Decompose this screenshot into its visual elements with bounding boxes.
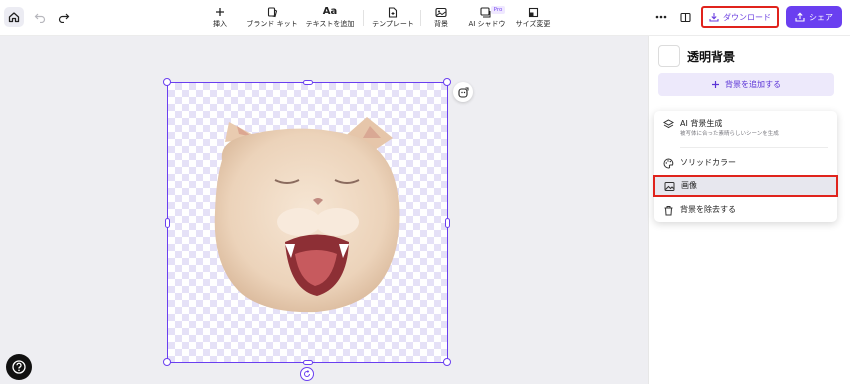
help-button[interactable] <box>6 354 32 380</box>
resize-handle-right[interactable] <box>445 218 450 228</box>
resize-handle-bottom-left[interactable] <box>163 358 171 366</box>
menu-item-remove-background[interactable]: 背景を除去する <box>654 202 837 218</box>
menu-item-text: AI 背景生成 被写体に合った素晴らしいシーンを生成 <box>680 118 779 138</box>
redo-button[interactable] <box>56 9 72 25</box>
resize-handle-top[interactable] <box>303 80 313 85</box>
menu-item-sublabel: 被写体に合った素晴らしいシーンを生成 <box>680 131 779 137</box>
toolbar-divider <box>420 10 421 26</box>
menu-item-label: ソリッドカラー <box>680 158 736 167</box>
tool-template[interactable]: テンプレート <box>370 6 416 30</box>
panel-title: 透明背景 <box>687 50 736 64</box>
tool-add-text[interactable]: Aa テキストを追加 <box>303 6 357 30</box>
menu-item-label: AI 背景生成 <box>680 119 723 128</box>
menu-item-label: 画像 <box>681 181 697 190</box>
tool-insert[interactable]: 挿入 <box>207 6 233 30</box>
trash-icon <box>664 205 672 215</box>
resize-handle-top-right[interactable] <box>443 78 451 86</box>
text-icon: Aa <box>322 6 338 17</box>
plus-icon <box>712 81 719 88</box>
tool-resize[interactable]: サイズ変更 <box>512 6 554 30</box>
question-icon <box>12 360 26 374</box>
tool-brand-kit[interactable]: ブランド キット <box>243 6 301 30</box>
toggle-panel-button[interactable] <box>677 9 693 25</box>
tool-label: 挿入 <box>213 20 227 28</box>
tool-label: サイズ変更 <box>515 20 551 28</box>
undo-icon <box>34 13 46 23</box>
tool-label: 背景 <box>434 20 448 28</box>
artboard[interactable] <box>167 82 448 363</box>
tool-background[interactable]: 背景 <box>428 6 454 30</box>
palette-icon <box>663 157 673 169</box>
pro-badge: Pro <box>491 6 505 14</box>
tool-label: テキストを追加 <box>305 20 355 28</box>
menu-item-label: 背景を除去する <box>680 205 736 214</box>
panel-layout-icon <box>679 12 691 22</box>
background-swatch[interactable] <box>658 45 680 67</box>
more-horizontal-icon <box>655 15 667 19</box>
tool-label: AI シャドウ <box>468 20 506 28</box>
plus-icon <box>216 8 224 16</box>
rotate-icon <box>304 370 310 377</box>
download-button[interactable]: ダウンロード <box>701 6 779 28</box>
home-button[interactable] <box>4 7 24 27</box>
tool-label: ブランド キット <box>246 20 298 28</box>
brand-kit-icon <box>267 6 277 17</box>
menu-item-solid-color[interactable]: ソリッドカラー <box>654 155 837 171</box>
background-options-menu: AI 背景生成 被写体に合った素晴らしいシーンを生成 ソリッドカラー 画像 背景… <box>653 111 838 222</box>
resize-handle-top-left[interactable] <box>163 78 171 86</box>
canvas-area[interactable] <box>0 36 648 384</box>
menu-item-image[interactable]: 画像 <box>653 175 838 197</box>
download-label: ダウンロード <box>723 12 771 22</box>
resize-handle-bottom[interactable] <box>303 360 313 365</box>
sticker-edit-icon <box>457 87 468 98</box>
top-toolbar: 挿入 ブランド キット Aa テキストを追加 テンプレート 背景 AI シャドウ… <box>0 0 850 36</box>
share-button[interactable]: シェア <box>786 6 842 28</box>
ai-shadow-icon <box>480 6 491 17</box>
menu-item-ai-background[interactable]: AI 背景生成 被写体に合った素晴らしいシーンを生成 <box>654 118 837 144</box>
share-icon <box>795 12 805 22</box>
more-options-button[interactable] <box>653 9 669 25</box>
undo-button[interactable] <box>32 9 48 25</box>
toolbar-divider <box>363 10 364 26</box>
resize-icon <box>528 7 538 17</box>
add-background-button[interactable]: 背景を追加する <box>658 73 834 96</box>
cat-cutout-image[interactable] <box>167 82 448 363</box>
template-icon <box>388 6 398 18</box>
add-background-label: 背景を追加する <box>725 80 781 89</box>
download-icon <box>709 13 719 22</box>
resize-handle-bottom-right[interactable] <box>443 358 451 366</box>
ai-layers-icon <box>662 118 674 128</box>
redo-icon <box>58 13 70 23</box>
image-icon <box>664 181 674 191</box>
rotate-button[interactable] <box>300 367 314 381</box>
tool-label: テンプレート <box>372 20 414 28</box>
menu-divider <box>680 147 828 148</box>
resize-handle-left[interactable] <box>165 218 170 228</box>
element-options-button[interactable] <box>453 82 473 102</box>
share-label: シェア <box>809 12 833 22</box>
background-icon <box>435 7 447 17</box>
home-icon <box>8 12 20 23</box>
